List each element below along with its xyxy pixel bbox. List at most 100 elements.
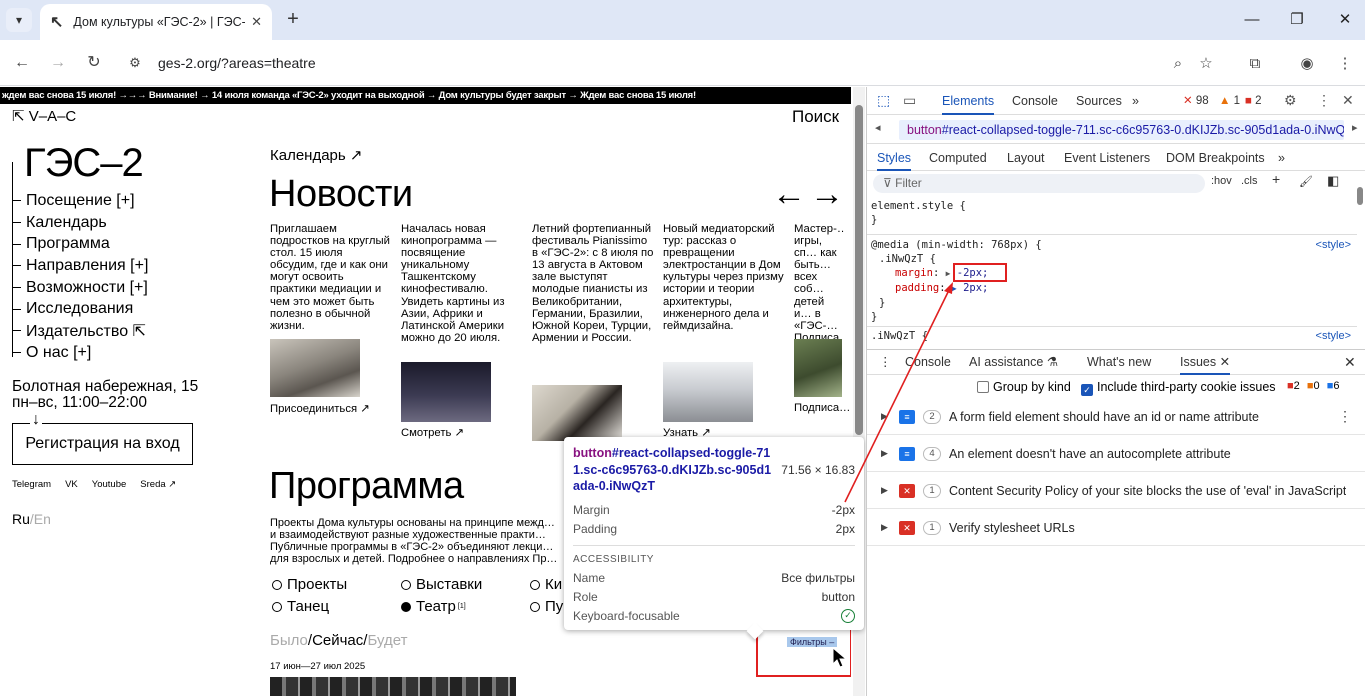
news-cta-link[interactable]: Смотреть ↗ <box>401 426 464 439</box>
drawer-tab-issues[interactable]: Issues ✕ <box>1180 350 1231 375</box>
cls-button[interactable]: .cls <box>1241 175 1258 187</box>
settings-gear-icon[interactable]: ⚙ <box>1284 92 1297 109</box>
styles-filter-input[interactable]: ⊽ Filter <box>873 174 1205 193</box>
zoom-icon[interactable]: ⌕ <box>1164 55 1192 72</box>
calendar-link[interactable]: Календарь ↗ <box>270 146 362 164</box>
tab-dom-breakpoints[interactable]: DOM Breakpoints <box>1166 145 1265 171</box>
css-media-query[interactable]: @media (min-width: 768px) { <box>871 239 1042 251</box>
filter-dance[interactable]: Танец <box>272 598 329 615</box>
nav-item-program[interactable]: Программа <box>12 233 148 255</box>
devtools-menu-icon[interactable]: ⋮ <box>1317 92 1331 109</box>
styles-scrollbar[interactable] <box>1355 171 1365 341</box>
nav-item-opportunities[interactable]: Возможности [+] <box>12 277 148 299</box>
issue-row[interactable]: ▶ ≡ 2 A form field element should have a… <box>867 399 1365 435</box>
news-image[interactable] <box>401 362 491 422</box>
register-button[interactable]: Регистрация на вход <box>12 423 193 465</box>
time-future[interactable]: Будет <box>367 632 407 649</box>
window-close-icon[interactable]: ✕ <box>1330 8 1360 32</box>
event-image[interactable] <box>270 677 516 696</box>
site-info-icon[interactable]: ⚙ <box>124 52 146 74</box>
vk-link[interactable]: VK <box>65 479 78 490</box>
new-tab-button[interactable]: + <box>282 8 304 32</box>
issue-row[interactable]: ▶ ✕ 1 Content Security Policy of your si… <box>867 473 1365 509</box>
sidebar-toggle-icon[interactable]: ◧ <box>1327 173 1339 189</box>
group-by-kind-checkbox[interactable]: Group by kind <box>977 380 1071 394</box>
news-card[interactable]: Новый медиаторский тур: рассказ о превра… <box>663 223 785 332</box>
scroll-thumb[interactable] <box>1357 187 1363 205</box>
tab-search-icon[interactable]: ▾ <box>6 8 32 32</box>
minimize-icon[interactable]: — <box>1237 8 1267 32</box>
nav-item-about[interactable]: О нас [+] <box>12 342 148 364</box>
url-text[interactable]: ges-2.org/?areas=theatre <box>158 55 1164 71</box>
scroll-thumb[interactable] <box>855 105 863 435</box>
maximize-icon[interactable]: ❐ <box>1282 8 1312 32</box>
active-tab[interactable]: ↖ Дом культуры «ГЭС-2» | ГЭС-2 ✕ <box>40 4 272 40</box>
tab-sources[interactable]: Sources <box>1076 87 1122 115</box>
css-source-link[interactable]: <style> <box>1316 238 1351 252</box>
profile-icon[interactable]: ◉ <box>1295 52 1319 76</box>
new-rule-icon[interactable]: + <box>1272 171 1280 187</box>
nav-item-visit[interactable]: Посещение [+] <box>12 190 148 212</box>
issue-menu-icon[interactable]: ⋮ <box>1338 408 1352 425</box>
search-link[interactable]: Поиск <box>792 107 839 127</box>
drawer-tab-whats-new[interactable]: What's new <box>1087 350 1151 375</box>
css-source-link[interactable]: <style> <box>1316 329 1351 343</box>
css-value[interactable]: 2px; <box>963 282 988 294</box>
nav-item-publishing[interactable]: Издательство ⇱ <box>12 320 148 342</box>
css-selector[interactable]: .iNwQzT { <box>871 252 1357 266</box>
hov-button[interactable]: :hov <box>1211 175 1232 187</box>
drawer-tab-ai[interactable]: AI assistance ⚗ <box>969 350 1058 375</box>
filter-theatre[interactable]: Театр [1] <box>401 598 466 615</box>
issue-row[interactable]: ▶ ≡ 4 An element doesn't have an autocom… <box>867 436 1365 472</box>
drawer-tab-console[interactable]: Console <box>905 350 951 375</box>
lang-en[interactable]: En <box>34 511 51 527</box>
bookmark-star-icon[interactable]: ☆ <box>1192 54 1220 72</box>
tab-computed[interactable]: Computed <box>929 145 987 171</box>
vac-link[interactable]: ⇱ V–A–C <box>12 107 76 125</box>
tab-close-icon[interactable]: ✕ <box>251 14 262 30</box>
browser-menu-icon[interactable]: ⋮ <box>1333 52 1357 76</box>
news-image[interactable] <box>663 362 753 422</box>
drawer-menu-icon[interactable]: ⋮ <box>879 350 892 375</box>
telegram-link[interactable]: Telegram <box>12 479 51 490</box>
reload-icon[interactable]: ↻ <box>82 52 106 74</box>
css-selector[interactable]: .iNwQzT { <box>871 330 928 342</box>
news-image[interactable] <box>794 339 842 397</box>
tab-layout[interactable]: Layout <box>1007 145 1045 171</box>
device-toolbar-icon[interactable]: ▭ <box>903 92 916 109</box>
inspect-element-icon[interactable]: ⬚ <box>877 92 890 109</box>
nav-item-directions[interactable]: Направления [+] <box>12 255 148 277</box>
tab-console[interactable]: Console <box>1012 87 1058 115</box>
devtools-close-icon[interactable]: ✕ <box>1342 92 1354 109</box>
sreda-link[interactable]: Sreda ↗ <box>140 479 176 490</box>
crumb-right-icon[interactable]: ▸ <box>1352 121 1358 134</box>
issue-counter[interactable]: ■ 2 <box>1245 87 1262 115</box>
lang-ru[interactable]: Ru <box>12 511 30 527</box>
css-element-style[interactable]: element.style { <box>871 199 1357 213</box>
address-bar[interactable]: ⚙ ges-2.org/?areas=theatre ⌕ ☆ <box>120 46 1230 80</box>
time-past[interactable]: Было <box>270 632 308 649</box>
filter-exhibitions[interactable]: Выставки <box>401 576 482 593</box>
forward-icon[interactable]: → <box>46 52 70 74</box>
back-icon[interactable]: ← <box>10 52 34 74</box>
extensions-icon[interactable]: ⧉ <box>1243 52 1267 76</box>
close-issues-tab-icon[interactable]: ✕ <box>1220 355 1230 369</box>
tab-styles[interactable]: Styles <box>877 145 912 171</box>
paint-icon[interactable]: 🖌 <box>1299 175 1313 188</box>
drawer-close-icon[interactable]: ✕ <box>1344 350 1356 375</box>
third-party-checkbox[interactable]: ✓ Include third-party cookie issues <box>1081 380 1276 396</box>
news-image[interactable] <box>532 385 622 441</box>
more-subtabs-icon[interactable]: » <box>1278 145 1285 171</box>
news-card[interactable]: Началась новая кинопрограмма — посвящени… <box>401 223 523 344</box>
news-card[interactable]: Летний фортепианный фестиваль Pianissimo… <box>532 223 654 344</box>
issue-row[interactable]: ▶ ✕ 1 Verify stylesheet URLs <box>867 510 1365 546</box>
news-cta-link[interactable]: Подписа… <box>794 402 850 414</box>
news-image[interactable] <box>270 339 360 397</box>
error-counter[interactable]: ✕ 98 <box>1183 87 1209 115</box>
youtube-link[interactable]: Youtube <box>92 479 127 490</box>
site-logo[interactable]: ГЭС–2 <box>24 141 144 186</box>
tab-elements[interactable]: Elements <box>942 87 995 115</box>
news-cta-link[interactable]: Присоединиться ↗ <box>270 402 370 415</box>
news-arrows-icon[interactable]: ←→ <box>772 175 848 214</box>
nav-item-research[interactable]: Исследования <box>12 298 148 320</box>
